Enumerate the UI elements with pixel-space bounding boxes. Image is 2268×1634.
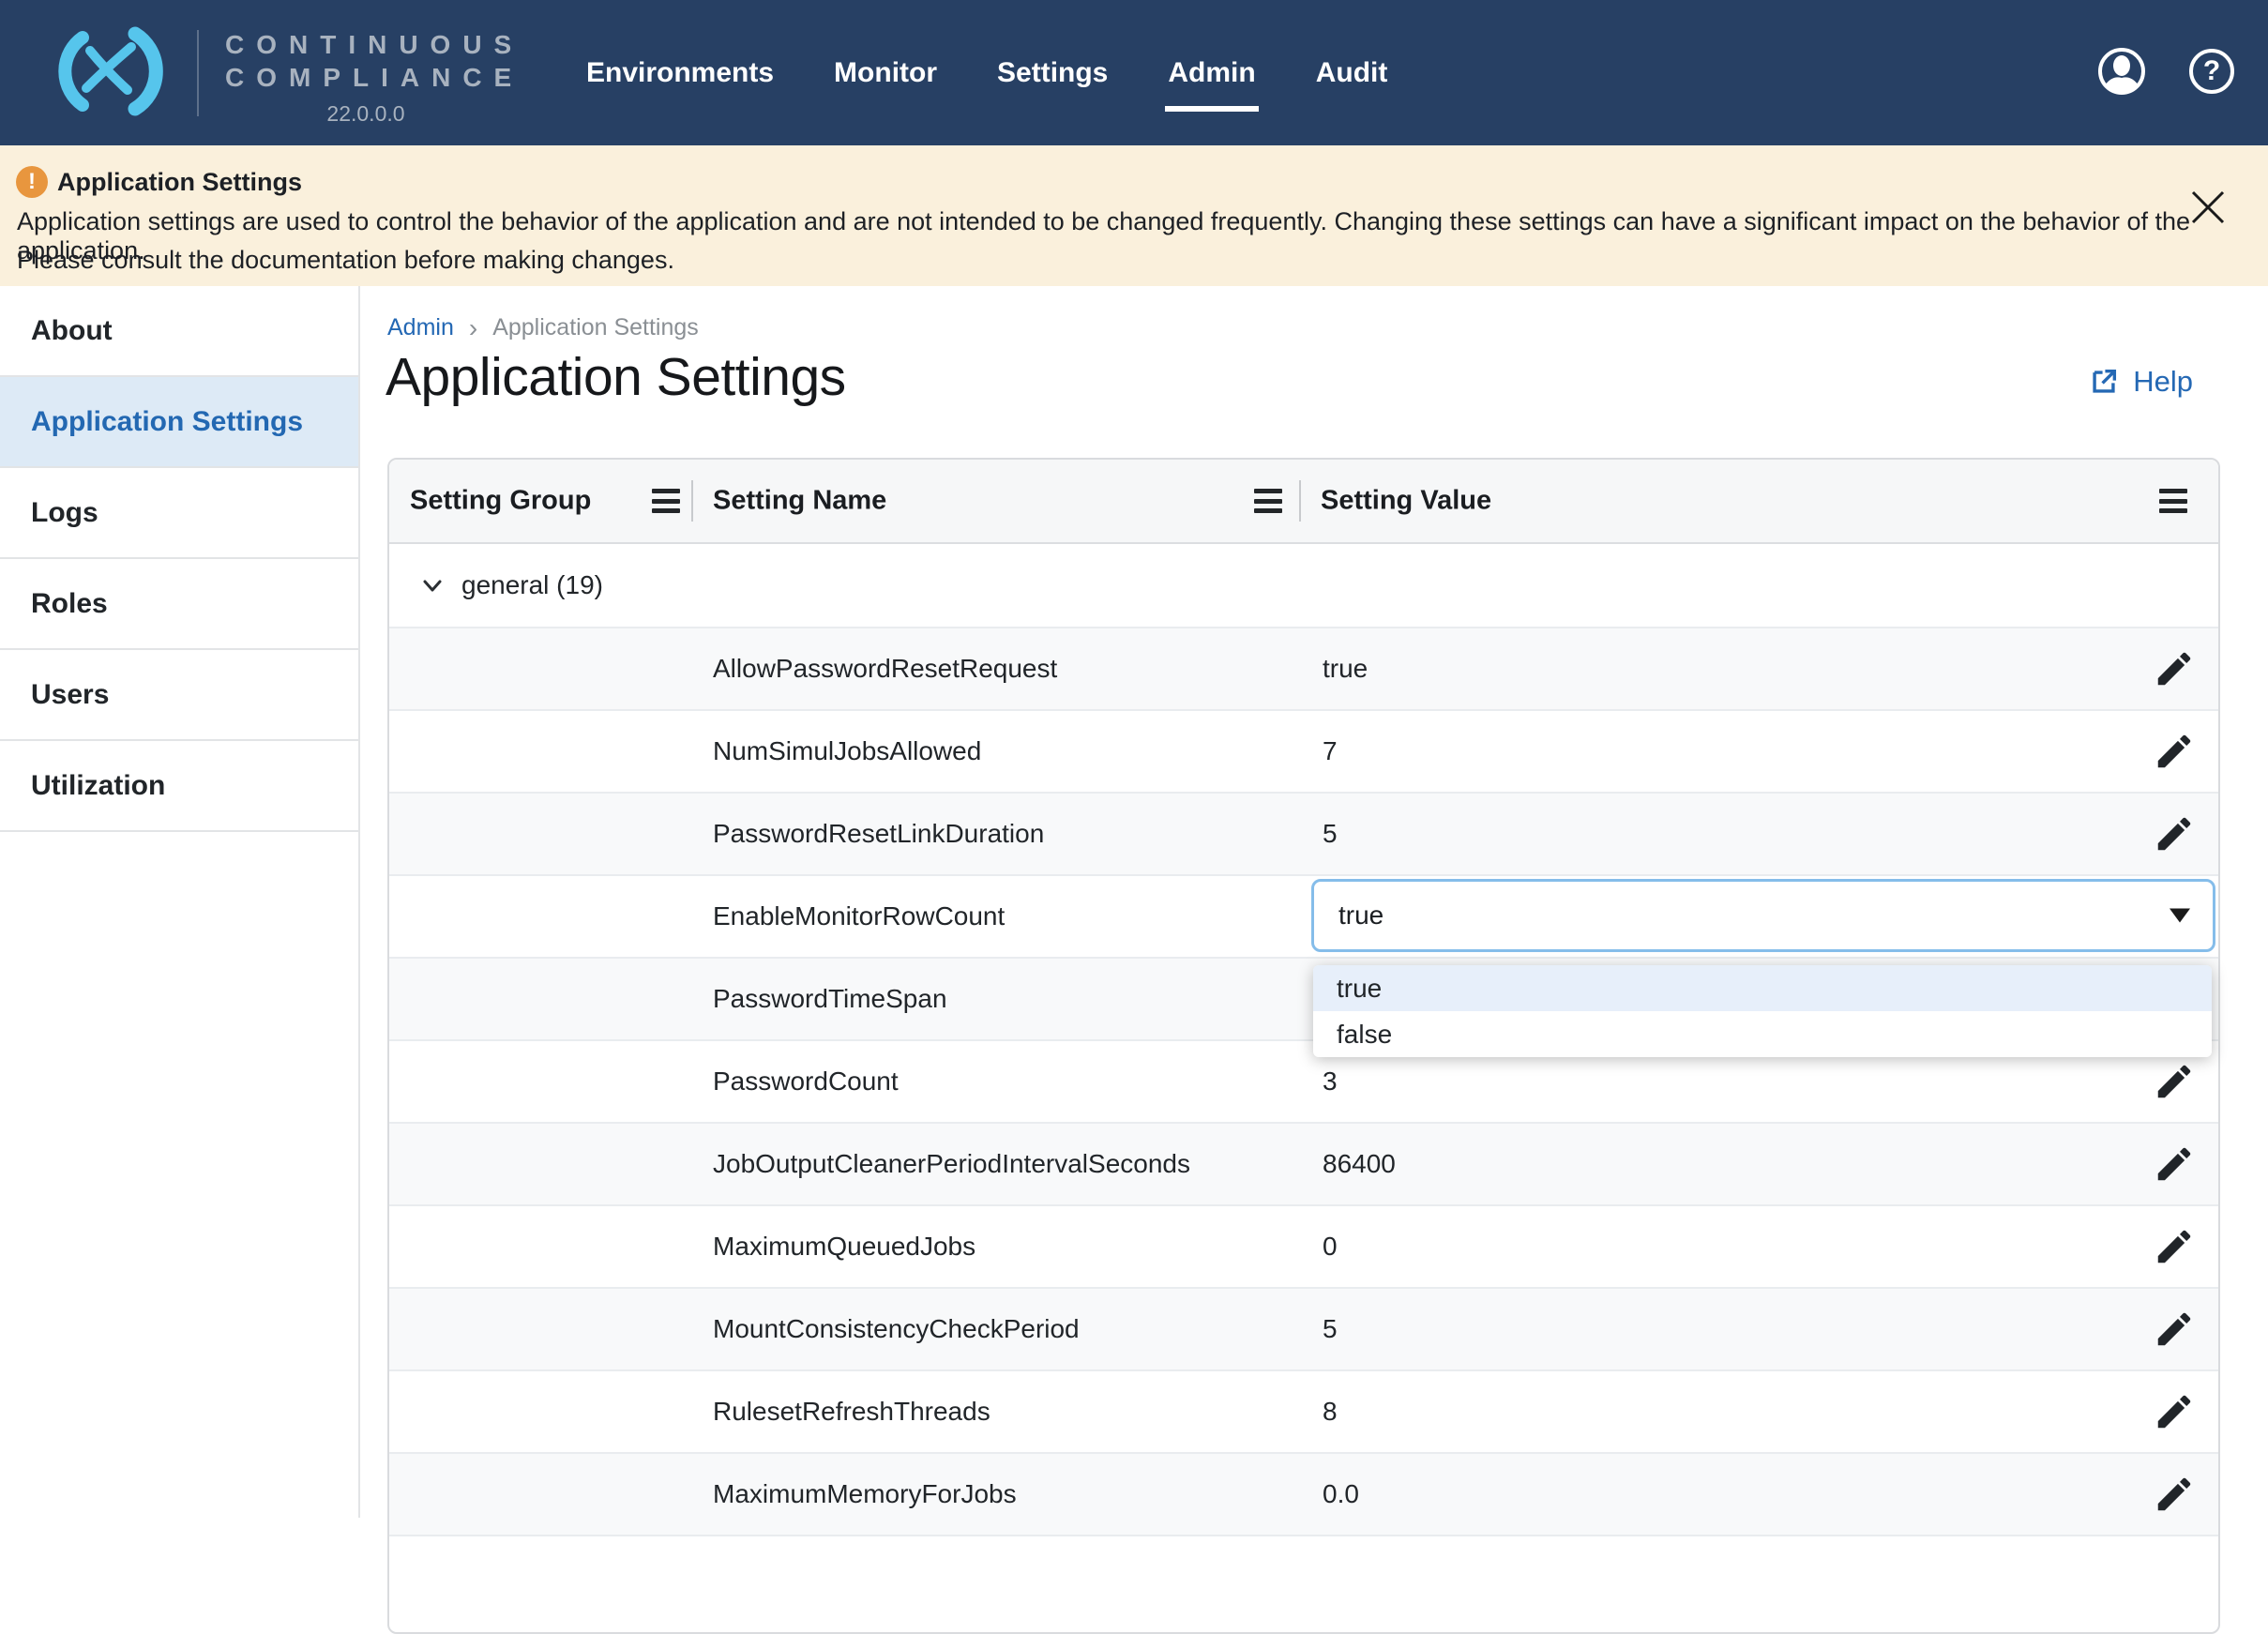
external-link-icon [2088,366,2120,398]
setting-row: MountConsistencyCheckPeriod 5 [389,1289,2218,1371]
setting-row: EnableMonitorRowCounttruetruefalse [389,876,2218,959]
edit-pencil-icon[interactable] [2153,1390,2196,1433]
setting-row: MaximumQueuedJobs 0 [389,1206,2218,1289]
admin-sidebar: AboutApplication SettingsLogsRolesUsersU… [0,286,360,1518]
sidebar-item-logs[interactable]: Logs [0,468,358,559]
setting-name: AllowPasswordResetRequest [713,654,1057,684]
nav-item-monitor[interactable]: Monitor [834,48,937,98]
nav-item-settings[interactable]: Settings [997,48,1108,98]
edit-pencil-icon[interactable] [2153,1225,2196,1268]
table-rows: AllowPasswordResetRequest true NumSimulJo… [389,628,2218,1536]
logo-divider [197,30,199,116]
dropdown-option-true[interactable]: true [1313,965,2212,1011]
app-wordmark: CONTINUOUSCOMPLIANCE [225,28,523,94]
app-version: 22.0.0.0 [225,101,507,127]
user-account-icon[interactable] [2097,47,2146,96]
dropdown-option-false[interactable]: false [1313,1011,2212,1057]
setting-value: 7 [1323,736,1338,766]
setting-value: 0 [1323,1232,1338,1262]
edit-pencil-icon[interactable] [2153,1060,2196,1103]
edit-pencil-icon[interactable] [2153,647,2196,690]
setting-row: JobOutputCleanerPeriodIntervalSeconds 864… [389,1124,2218,1206]
nav-item-audit[interactable]: Audit [1316,48,1388,98]
setting-row: MaximumMemoryForJobs 0.0 [389,1454,2218,1536]
setting-value: 5 [1323,1314,1338,1344]
setting-name: PasswordTimeSpan [713,984,947,1014]
app-logo-icon [49,24,169,118]
warning-banner: ! Application Settings Application setti… [0,145,2268,287]
sidebar-item-about[interactable]: About [0,286,358,377]
setting-name: PasswordResetLinkDuration [713,819,1044,849]
svg-text:?: ? [2203,55,2220,86]
sidebar-item-users[interactable]: Users [0,650,358,741]
column-header-setting-name: Setting Name [713,486,886,517]
column-header-setting-value: Setting Value [1321,486,1491,517]
top-navbar: CONTINUOUSCOMPLIANCE 22.0.0.0 Environmen… [0,0,2268,145]
setting-row: RulesetRefreshThreads 8 [389,1371,2218,1454]
group-row-general[interactable]: general (19) [389,544,2218,628]
setting-value-select[interactable]: true [1311,879,2215,952]
setting-row: NumSimulJobsAllowed 7 [389,711,2218,794]
warning-icon: ! [16,166,48,198]
setting-name: EnableMonitorRowCount [713,901,1005,931]
setting-value: 86400 [1323,1149,1396,1179]
setting-name: MaximumMemoryForJobs [713,1479,1017,1509]
setting-value: 3 [1323,1067,1338,1097]
sidebar-item-roles[interactable]: Roles [0,559,358,650]
chevron-right-icon: › [469,316,477,340]
chevron-down-icon[interactable] [417,570,447,600]
edit-pencil-icon[interactable] [2153,812,2196,855]
breadcrumb-current: Application Settings [492,314,699,341]
column-menu-icon[interactable] [1254,489,1282,513]
help-link-label: Help [2133,365,2193,399]
nav-items: Environments Monitor Settings Admin Audit [586,0,1387,145]
edit-pencil-icon[interactable] [2153,1308,2196,1351]
setting-name: MaximumQueuedJobs [713,1232,975,1262]
setting-row: PasswordResetLinkDuration 5 [389,794,2218,876]
nav-item-admin[interactable]: Admin [1168,48,1255,98]
nav-item-environments[interactable]: Environments [586,48,774,98]
column-divider [691,480,693,522]
setting-name: MountConsistencyCheckPeriod [713,1314,1080,1344]
select-current-value: true [1338,900,1383,930]
breadcrumb: Admin › Application Settings [387,314,699,341]
close-icon[interactable] [2187,187,2229,228]
banner-title: Application Settings [57,168,302,197]
banner-text-line2: Please consult the documentation before … [17,246,674,275]
edit-pencil-icon[interactable] [2153,1473,2196,1516]
setting-value: true [1323,654,1368,684]
setting-name: PasswordCount [713,1067,899,1097]
settings-table: Setting Group Setting Name Setting Value… [387,458,2220,1634]
column-menu-icon[interactable] [652,489,680,513]
column-divider [1299,480,1301,522]
setting-value: 0.0 [1323,1479,1359,1509]
help-link[interactable]: Help [2088,365,2193,399]
setting-name: RulesetRefreshThreads [713,1397,990,1427]
sidebar-item-utilization[interactable]: Utilization [0,741,358,832]
help-icon[interactable]: ? [2187,47,2236,96]
sidebar-item-application-settings[interactable]: Application Settings [0,377,358,468]
edit-pencil-icon[interactable] [2153,730,2196,773]
table-menu-icon[interactable] [2159,489,2187,513]
caret-down-icon [2170,909,2190,923]
page-title: Application Settings [386,346,846,408]
table-header: Setting Group Setting Name Setting Value [389,460,2218,544]
setting-value: 8 [1323,1397,1338,1427]
edit-pencil-icon[interactable] [2153,1142,2196,1186]
main-content: Admin › Application Settings Application… [360,286,2268,1518]
setting-value: 5 [1323,819,1338,849]
setting-name: NumSimulJobsAllowed [713,736,981,766]
setting-row: AllowPasswordResetRequest true [389,628,2218,711]
breadcrumb-admin-link[interactable]: Admin [387,314,454,341]
setting-name: JobOutputCleanerPeriodIntervalSeconds [713,1149,1190,1179]
group-label: general (19) [461,570,603,600]
select-dropdown-menu: truefalse [1313,965,2212,1057]
column-header-setting-group: Setting Group [410,486,591,517]
